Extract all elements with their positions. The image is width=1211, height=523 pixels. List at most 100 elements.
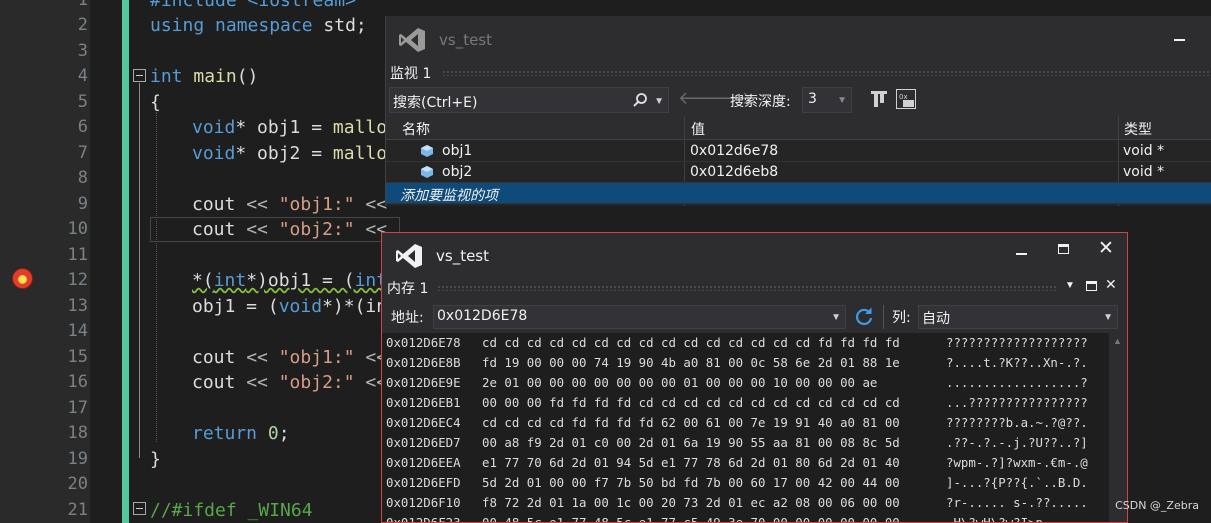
- add-watch-row[interactable]: 添加要监视的项: [386, 183, 1211, 204]
- chevron-down-icon[interactable]: ▼: [1103, 312, 1113, 323]
- chevron-down-icon: ▼: [837, 95, 847, 106]
- search-icon[interactable]: [632, 92, 648, 108]
- line-number: 18: [67, 423, 88, 443]
- memory-scrollbar[interactable]: ▲: [1109, 333, 1127, 522]
- watch-row-value[interactable]: 0x012d6eb8: [690, 164, 778, 180]
- watch-panel-label: 监视 1: [390, 66, 432, 82]
- close-icon[interactable]: ✕: [1098, 237, 1114, 259]
- memory-title: vs_test: [436, 247, 489, 265]
- code-line-16: cout << "obj2:" <<: [192, 372, 388, 393]
- add-watch-item-placeholder[interactable]: 添加要监视的项: [400, 185, 498, 205]
- change-tracking-bar: [122, 0, 129, 523]
- line-number: 6: [77, 117, 88, 137]
- column-name-header[interactable]: 名称: [402, 119, 430, 139]
- code-line-9: cout << "obj1:" <<: [192, 194, 388, 215]
- minimize-icon[interactable]: [1016, 253, 1027, 255]
- watch-titlebar[interactable]: vs_test: [386, 16, 1211, 62]
- drag-grip[interactable]: [442, 70, 1211, 76]
- code-line-5: {: [150, 92, 161, 113]
- watch-row-value[interactable]: 0x012d6e78: [690, 143, 778, 159]
- watch-window: vs_test 监视 1 搜索(Ctrl+E) ▼ 🡐 🡒 搜索深度: 3 ▼: [385, 16, 1211, 206]
- code-line-21: //#ifdef _WIN64: [150, 500, 313, 521]
- line-number: 8: [77, 168, 88, 188]
- line-number: 20: [67, 474, 88, 494]
- watch-title: vs_test: [439, 31, 492, 49]
- watch-row-name: obj2: [442, 164, 473, 180]
- memory-address-bar: 地址: 0x012D6E78 ▼ 列: 自动 ▼: [382, 299, 1127, 333]
- ide-screen: 1 2 3 4 5 6 7 8 9 10 11 12 13 14 15 16 1…: [0, 0, 1211, 523]
- toolbar-divider: [883, 305, 884, 329]
- address-label: 地址:: [391, 310, 424, 326]
- breakpoint-current-icon[interactable]: [12, 268, 33, 289]
- search-dropdown-icon[interactable]: ▼: [654, 96, 664, 107]
- code-line-19: }: [150, 449, 161, 470]
- column-value-header[interactable]: 值: [691, 119, 705, 139]
- columns-label: 列:: [892, 310, 911, 326]
- watermark-text: CSDN @_Zebra: [1115, 499, 1199, 512]
- watch-row-name: obj1: [442, 143, 473, 159]
- line-number: 15: [67, 347, 88, 367]
- watch-row[interactable]: obj1 0x012d6e78 void *: [386, 141, 1211, 162]
- visual-studio-logo-icon: [399, 28, 425, 52]
- hex-display-icon[interactable]: 0x: [895, 88, 917, 110]
- fold-guide: [139, 83, 140, 458]
- watch-toolbar: 搜索(Ctrl+E) ▼ 🡐 🡒 搜索深度: 3 ▼ 0x: [386, 84, 1211, 116]
- line-number: 2: [77, 15, 88, 35]
- collapse-ifdef-icon[interactable]: [133, 502, 146, 515]
- watch-column-header: 名称 值 类型: [386, 116, 1211, 140]
- code-line-12: *(int*)obj1 = (int: [192, 270, 388, 291]
- line-number: 1: [77, 0, 88, 10]
- code-line-4: int main(): [150, 66, 259, 87]
- line-number-gutter: 1 2 3 4 5 6 7 8 9 10 11 12 13 14 15 16 1…: [40, 0, 90, 523]
- line-number: 16: [67, 372, 88, 392]
- pin-to-source-icon[interactable]: [870, 89, 888, 109]
- code-line-6: void* obj1 = malloc: [192, 117, 390, 138]
- code-line-15: cout << "obj1:" <<: [192, 347, 388, 368]
- minimize-icon[interactable]: [1174, 39, 1185, 41]
- watch-row-type: void *: [1123, 164, 1165, 180]
- line-number: 12: [67, 270, 88, 290]
- line-number: 11: [67, 245, 88, 265]
- memory-panel-label: 内存 1: [387, 281, 429, 297]
- columns-select[interactable]: 自动 ▼: [918, 305, 1118, 329]
- code-line-2: using namespace std;: [150, 15, 367, 36]
- scroll-up-icon[interactable]: ▲: [1113, 336, 1122, 346]
- search-depth-select[interactable]: 3 ▼: [802, 87, 852, 113]
- search-depth-label: 搜索深度:: [730, 94, 791, 110]
- window-position-dropdown-icon[interactable]: ▼: [1065, 280, 1075, 291]
- watch-row[interactable]: obj2 0x012d6eb8 void *: [386, 162, 1211, 183]
- line-number: 13: [67, 296, 88, 316]
- memory-window: vs_test ✕ 内存 1 ▼ ✕ 地址: 0x012D6E78 ▼ 列: 自…: [381, 232, 1128, 523]
- line-number: 17: [67, 398, 88, 418]
- drag-grip[interactable]: [437, 285, 1057, 291]
- chevron-down-icon[interactable]: ▼: [831, 312, 841, 323]
- collapse-main-icon[interactable]: [133, 69, 146, 82]
- maximize-panel-icon[interactable]: [1086, 281, 1097, 291]
- maximize-icon[interactable]: [1058, 244, 1069, 254]
- close-panel-icon[interactable]: ✕: [1105, 277, 1117, 293]
- memory-tab-header: 内存 1 ▼ ✕: [382, 277, 1127, 299]
- search-input[interactable]: 搜索(Ctrl+E) ▼: [389, 87, 669, 113]
- line-number: 14: [67, 321, 88, 341]
- code-line-10: cout << "obj2:" <<: [192, 219, 388, 240]
- refresh-icon[interactable]: [854, 306, 874, 326]
- code-text-area[interactable]: #include <iostream> using namespace std;…: [150, 0, 390, 523]
- code-line-1: #include <iostream>: [150, 0, 356, 11]
- visual-studio-logo-icon: [396, 244, 422, 268]
- code-line-7: void* obj2 = malloc: [192, 143, 390, 164]
- line-number: 19: [67, 449, 88, 469]
- column-type-header[interactable]: 类型: [1124, 119, 1152, 139]
- line-number: 9: [77, 194, 88, 214]
- address-input[interactable]: 0x012D6E78 ▼: [433, 305, 846, 329]
- variable-icon: [421, 166, 433, 178]
- variable-icon: [421, 145, 433, 157]
- watch-tab-header: 监视 1: [386, 62, 1211, 84]
- line-number: 10: [67, 219, 88, 239]
- memory-titlebar[interactable]: vs_test ✕: [382, 233, 1127, 277]
- line-number: 7: [77, 143, 88, 163]
- line-number: 5: [77, 92, 88, 112]
- watch-row-type: void *: [1123, 143, 1165, 159]
- code-line-13: obj1 = (void*)*(in: [192, 296, 388, 317]
- line-number: 4: [77, 66, 88, 86]
- line-number: 3: [77, 41, 88, 61]
